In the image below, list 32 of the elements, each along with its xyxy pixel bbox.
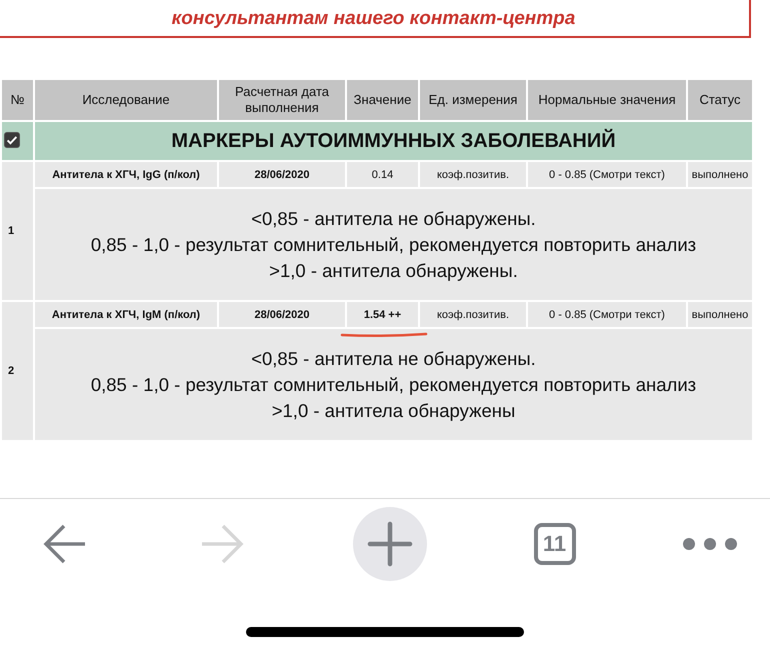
table-cell: выполнено xyxy=(687,301,753,328)
tab-count-button[interactable]: 11 xyxy=(534,523,576,565)
table-cell: 28/06/2020 xyxy=(218,301,346,328)
checkbox[interactable] xyxy=(4,132,20,148)
table-cell: 0 - 0.85 (Смотри текст) xyxy=(527,161,687,188)
column-header: № xyxy=(1,79,34,121)
column-header: Ед. измерения xyxy=(419,79,527,121)
column-header: Нормальные значения xyxy=(527,79,687,121)
more-icon[interactable] xyxy=(682,537,738,551)
column-header: Значение xyxy=(346,79,419,121)
comment-text: >1,0 - антитела обнаружены. xyxy=(268,258,519,283)
row-number: 2 xyxy=(1,301,34,441)
column-header: Статус xyxy=(687,79,753,121)
comment-text: 0,85 - 1,0 - результат сомнительный, рекомендуется повторить анализ xyxy=(90,232,698,257)
table-cell: Антитела к ХГЧ, IgG (п/кол) xyxy=(34,161,218,188)
comment-text: >1,0 - антитела обнаружены xyxy=(270,398,516,423)
table-cell: коэф.позитив. xyxy=(419,301,527,328)
section-title: МАРКЕРЫ АУТОИММУННЫХ ЗАБОЛЕВАНИЙ xyxy=(34,121,753,161)
table-cell: 0.14 xyxy=(346,161,419,188)
notice-text: консультантам нашего контакт-центра xyxy=(172,8,576,30)
table-cell: 0 - 0.85 (Смотри текст) xyxy=(527,301,687,328)
comment-text: <0,85 - антитела не обнаружены. xyxy=(250,206,537,231)
comment-text: 0,85 - 1,0 - результат сомнительный, рекомендуется повторить анализ xyxy=(90,372,698,397)
comment-text: <0,85 - антитела не обнаружены. xyxy=(250,346,537,371)
table-cell: выполнено xyxy=(687,161,753,188)
plus-icon xyxy=(365,519,415,569)
table-cell: 28/06/2020 xyxy=(218,161,346,188)
row-number: 1 xyxy=(1,161,34,301)
column-header: Исследование xyxy=(34,79,218,121)
table-cell: коэф.позитив. xyxy=(419,161,527,188)
table-cell: Антитела к ХГЧ, IgM (п/кол) xyxy=(34,301,218,328)
column-header: Расчетная дата выполнения xyxy=(218,79,346,121)
